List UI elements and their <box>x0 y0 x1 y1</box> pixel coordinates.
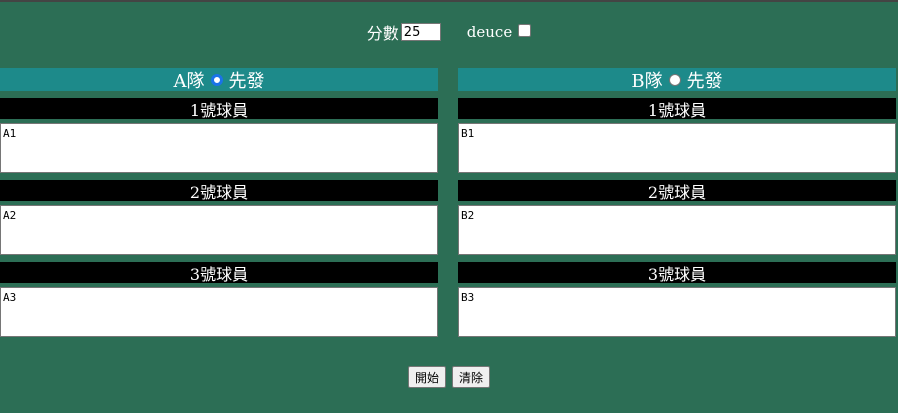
team-a-header: A隊 先發 <box>0 68 438 92</box>
team-b-name: B隊 <box>631 70 663 92</box>
team-b-serve-label: 先發 <box>686 70 723 92</box>
team-a-serve-radio[interactable] <box>210 73 223 86</box>
team-a-player-3-label: 3號球員 <box>0 262 438 284</box>
team-a-player-1-input[interactable]: A1 <box>0 123 438 173</box>
team-a-player-1-label: 1號球員 <box>0 98 438 120</box>
settings-bar: 分數 deuce <box>0 20 898 44</box>
team-a-name: A隊 <box>173 70 205 92</box>
clear-button[interactable]: 清除 <box>452 366 491 388</box>
team-a-serve-label: 先發 <box>228 70 265 92</box>
deuce-label: deuce <box>466 23 513 41</box>
team-a-player-2-label: 2號球員 <box>0 180 438 202</box>
team-a-player-2-input[interactable]: A2 <box>0 205 438 255</box>
start-button[interactable]: 開始 <box>407 366 446 388</box>
score-label: 分數 <box>366 24 399 43</box>
team-b-player-1-input[interactable]: B1 <box>458 123 896 173</box>
team-b-player-2-label: 2號球員 <box>458 180 896 202</box>
team-b-header: B隊 先發 <box>458 68 896 92</box>
team-a-panel: A隊 先發 1號球員 A1 2號球員 A2 3號球員 A3 <box>0 68 438 337</box>
team-b-player-3-label: 3號球員 <box>458 262 896 284</box>
team-b-panel: B隊 先發 1號球員 B1 2號球員 B2 3號球員 B3 <box>458 68 896 337</box>
team-b-player-2-input[interactable]: B2 <box>458 205 896 255</box>
deuce-checkbox[interactable] <box>518 23 532 37</box>
team-b-player-3-input[interactable]: B3 <box>458 287 896 337</box>
team-b-serve-radio[interactable] <box>668 73 681 86</box>
team-a-player-3-input[interactable]: A3 <box>0 287 438 337</box>
score-input[interactable] <box>400 23 441 41</box>
action-bar: 開始 清除 <box>0 366 898 388</box>
team-b-player-1-label: 1號球員 <box>458 98 896 120</box>
